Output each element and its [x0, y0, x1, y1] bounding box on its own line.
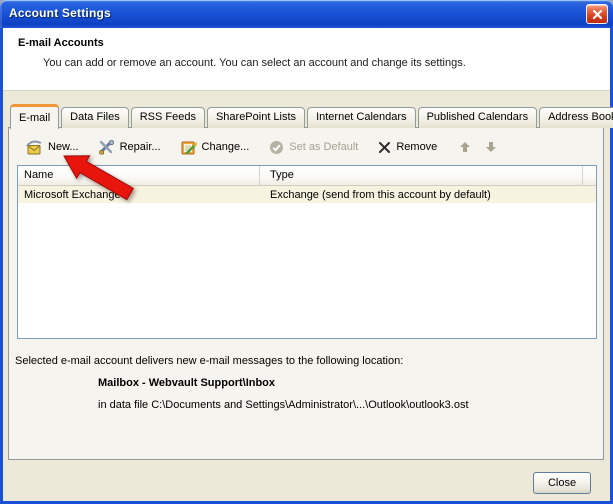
change-notepad-icon	[181, 140, 197, 155]
account-row-microsoft-exchange[interactable]: Microsoft Exchange Exchange (send from t…	[18, 186, 596, 203]
section-title: E-mail Accounts	[18, 37, 104, 49]
tab-strip: E-mail Data Files RSS Feeds SharePoint L…	[10, 104, 613, 128]
default-check-icon	[269, 140, 284, 155]
column-header-type[interactable]: Type	[260, 166, 596, 185]
header-end-divider	[582, 166, 583, 186]
change-account-button[interactable]: Change...	[175, 138, 256, 157]
close-icon	[592, 9, 603, 20]
tab-data-files[interactable]: Data Files	[61, 107, 129, 128]
remove-account-button[interactable]: Remove	[372, 139, 443, 156]
email-tab-panel: New... Repair...	[8, 127, 604, 460]
set-as-default-button[interactable]: Set as Default	[263, 138, 364, 157]
move-up-button[interactable]	[455, 139, 475, 155]
remove-x-icon	[378, 141, 391, 154]
tab-rss-feeds[interactable]: RSS Feeds	[131, 107, 205, 128]
title-bar[interactable]: Account Settings	[0, 0, 613, 28]
window-close-button[interactable]	[586, 4, 608, 24]
move-down-button[interactable]	[481, 139, 501, 155]
account-type: Exchange (send from this account by defa…	[260, 189, 596, 201]
close-dialog-button[interactable]: Close	[533, 472, 591, 494]
tab-internet-calendars[interactable]: Internet Calendars	[307, 107, 416, 128]
account-name: Microsoft Exchange	[18, 189, 260, 201]
tab-published-calendars[interactable]: Published Calendars	[418, 107, 538, 128]
section-description: You can add or remove an account. You ca…	[43, 57, 466, 69]
remove-label: Remove	[396, 141, 437, 153]
set-as-default-label: Set as Default	[289, 141, 358, 153]
delivery-intro-text: Selected e-mail account delivers new e-m…	[15, 355, 403, 367]
new-account-button[interactable]: New...	[19, 138, 85, 157]
account-settings-dialog: Account Settings E-mail Accounts You can…	[0, 0, 613, 504]
accounts-toolbar: New... Repair...	[19, 136, 501, 158]
window-title: Account Settings	[9, 6, 111, 20]
column-header-name[interactable]: Name	[18, 166, 260, 185]
repair-account-button[interactable]: Repair...	[93, 138, 167, 157]
header-band: E-mail Accounts You can add or remove an…	[3, 28, 610, 91]
list-header: Name Type	[18, 166, 596, 186]
tab-email[interactable]: E-mail	[10, 104, 59, 129]
delivery-mailbox-text: Mailbox - Webvault Support\Inbox	[98, 377, 275, 389]
repair-label: Repair...	[120, 141, 161, 153]
move-up-icon	[459, 141, 471, 153]
delivery-data-file-text: in data file C:\Documents and Settings\A…	[98, 399, 469, 411]
new-label: New...	[48, 141, 79, 153]
change-label: Change...	[202, 141, 250, 153]
new-mail-icon	[25, 140, 43, 155]
accounts-list: Name Type Microsoft Exchange Exchange (s…	[17, 165, 597, 339]
tab-sharepoint-lists[interactable]: SharePoint Lists	[207, 107, 305, 128]
move-down-icon	[485, 141, 497, 153]
repair-tools-icon	[99, 140, 115, 155]
tab-address-books[interactable]: Address Books	[539, 107, 613, 128]
